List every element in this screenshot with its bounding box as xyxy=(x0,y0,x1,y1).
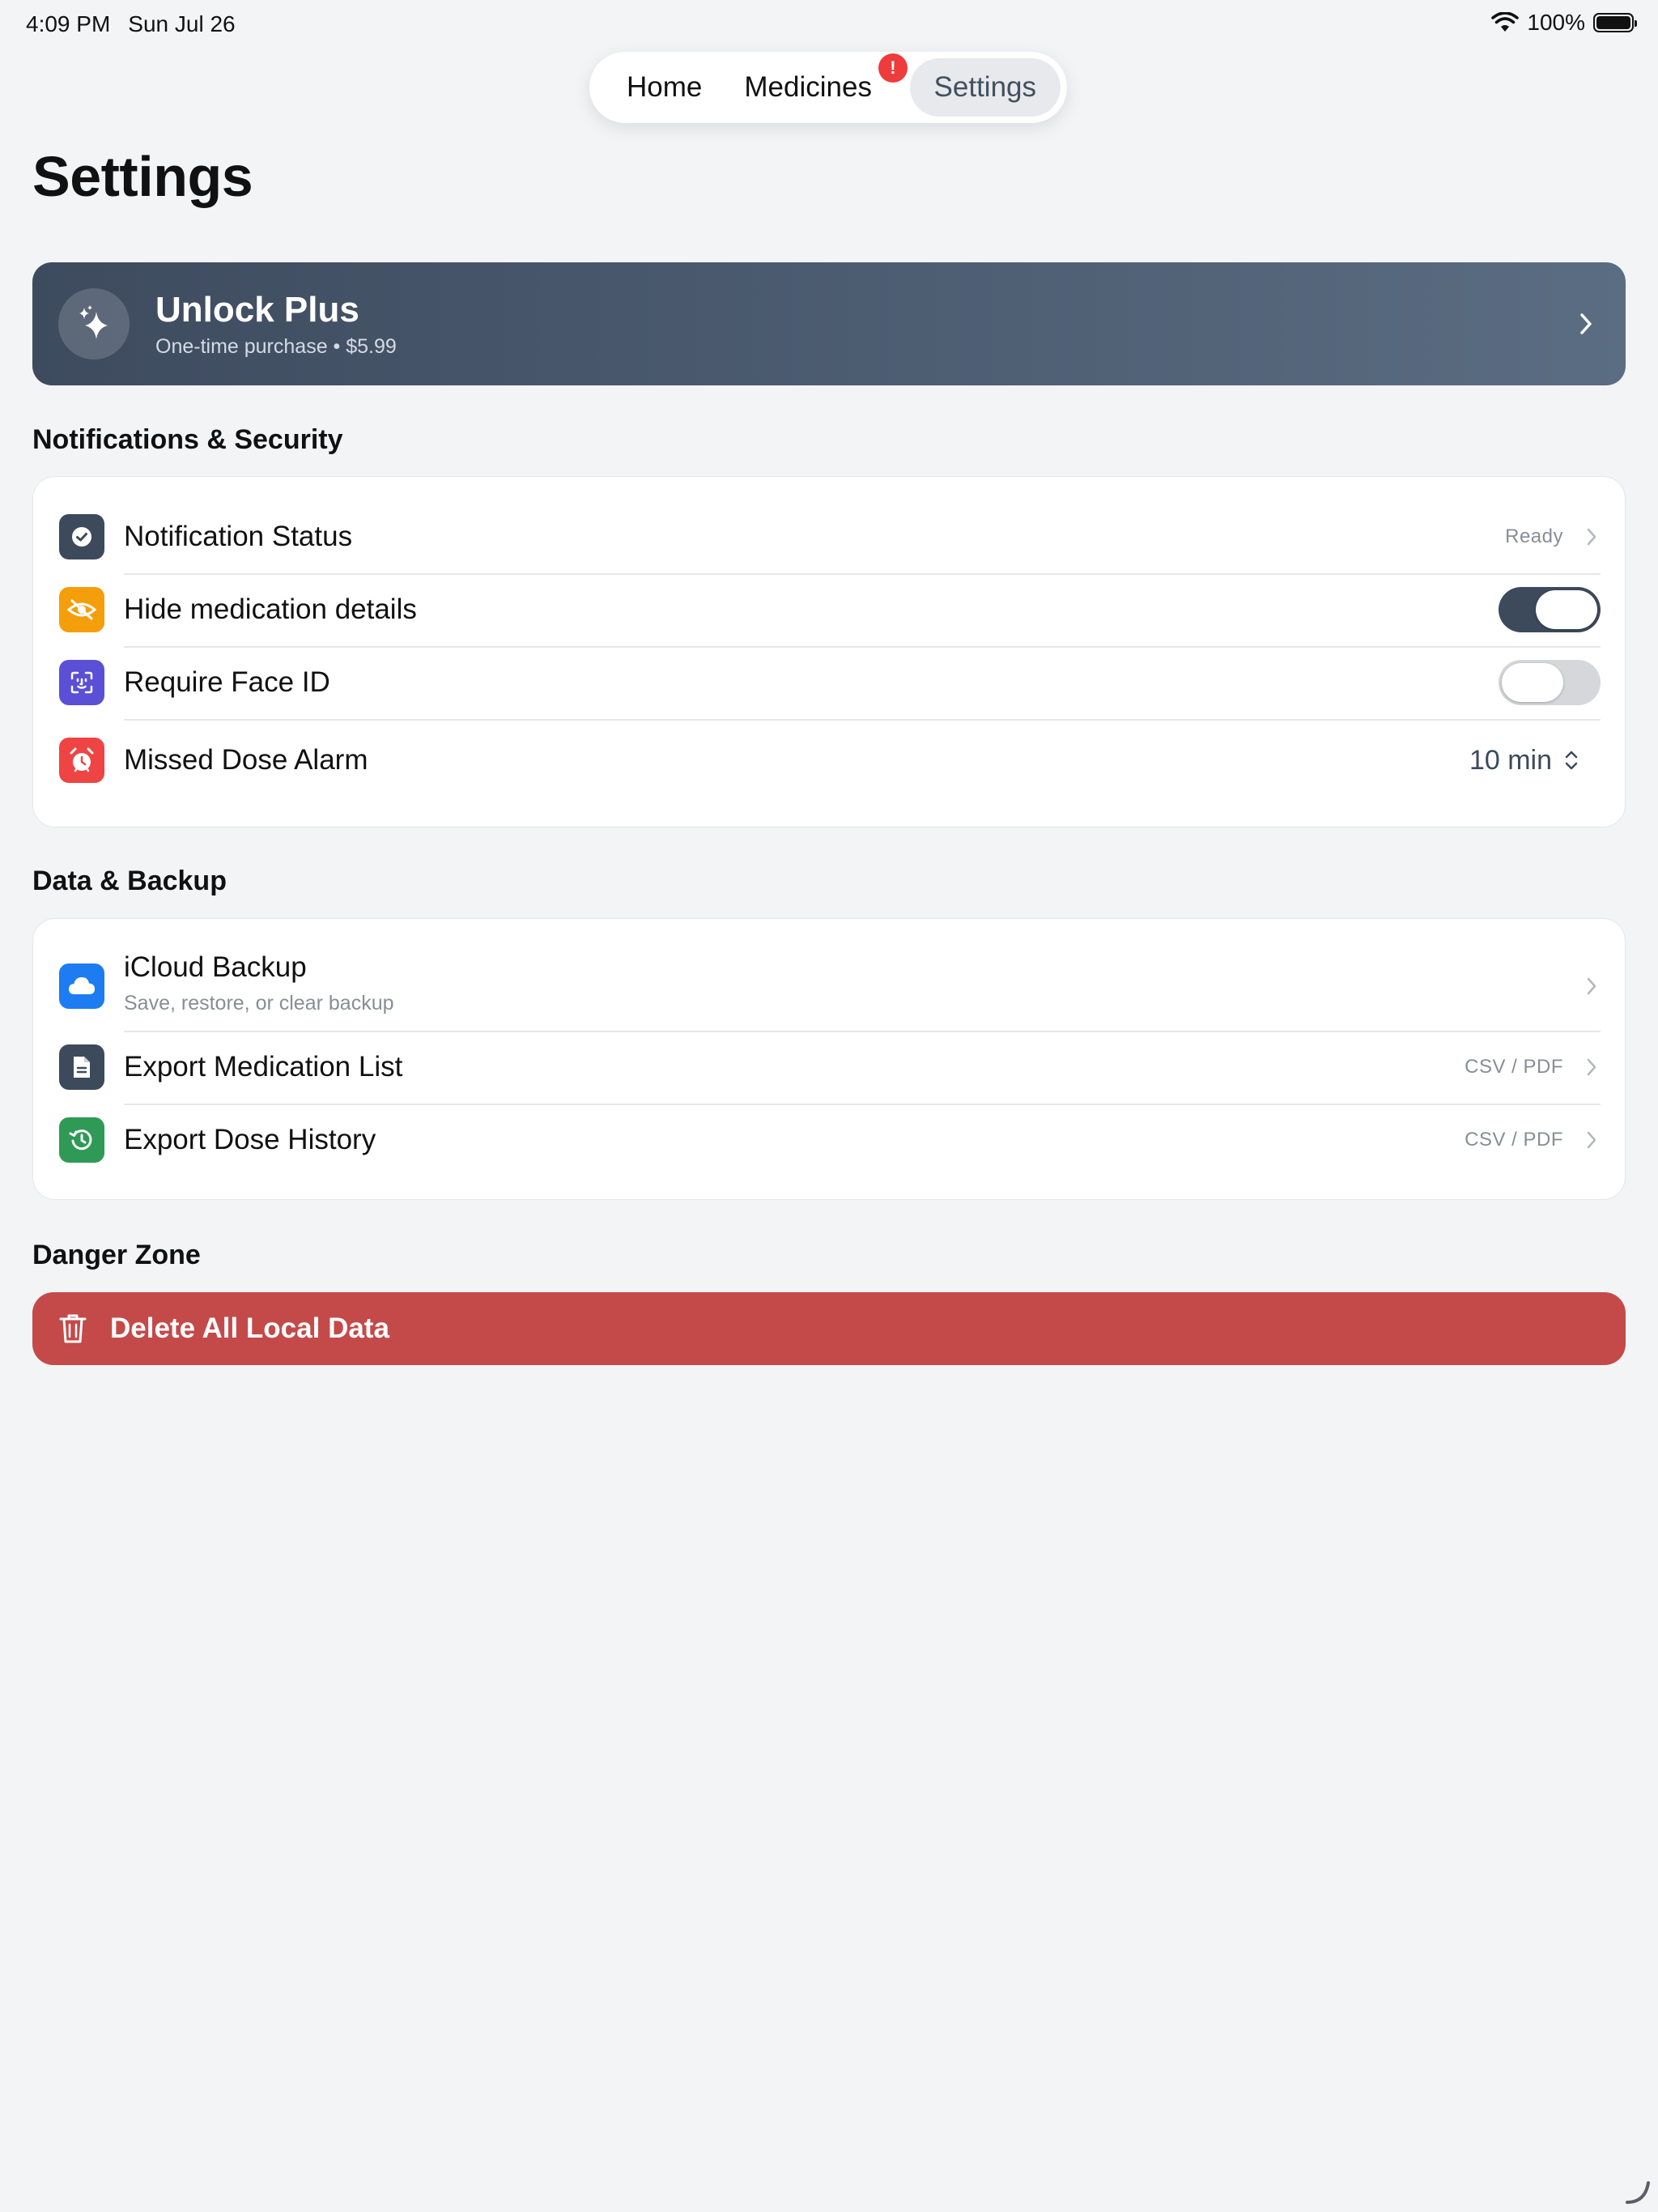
section-title-danger-zone: Danger Zone xyxy=(32,1240,201,1270)
status-time: 4:09 PM xyxy=(26,11,111,36)
notification-status-value: Ready xyxy=(1505,525,1563,547)
chevron-right-icon xyxy=(1587,977,1596,995)
unlock-plus-banner[interactable]: Unlock Plus One-time purchase • $5.99 xyxy=(32,262,1626,385)
export-medication-list-row[interactable]: Export Medication List CSV / PDF xyxy=(33,1032,1625,1103)
status-date: Sun Jul 26 xyxy=(128,11,236,36)
tab-settings[interactable]: Settings xyxy=(909,58,1061,117)
face-id-row: Require Face ID xyxy=(33,647,1625,718)
face-id-icon xyxy=(59,660,104,705)
export-dose-history-row[interactable]: Export Dose History CSV / PDF xyxy=(33,1104,1625,1176)
battery-percent: 100% xyxy=(1527,10,1585,35)
eye-slash-icon xyxy=(59,587,104,632)
chevron-right-icon xyxy=(1587,528,1596,546)
missed-dose-alarm-row: Missed Dose Alarm 10 min xyxy=(33,720,1625,801)
chevron-right-icon xyxy=(1587,1058,1596,1076)
hide-details-label: Hide medication details xyxy=(124,593,417,625)
tab-bar: Home Medicines ! Settings xyxy=(589,52,1067,123)
document-icon xyxy=(59,1044,104,1090)
settings-page: 4:09 PM Sun Jul 26 100% Home Medicines ! … xyxy=(0,0,1658,2212)
chevron-right-icon xyxy=(1587,1131,1596,1149)
battery-icon xyxy=(1593,13,1637,32)
status-bar-left: 4:09 PM Sun Jul 26 xyxy=(26,11,236,37)
data-backup-card: iCloud Backup Save, restore, or clear ba… xyxy=(32,918,1626,1200)
history-icon xyxy=(59,1117,104,1163)
section-title-data-backup: Data & Backup xyxy=(32,866,227,896)
unlock-plus-title: Unlock Plus xyxy=(155,289,359,330)
hide-details-row: Hide medication details xyxy=(33,574,1625,645)
delete-all-data-button[interactable]: Delete All Local Data xyxy=(32,1292,1626,1365)
icloud-backup-label: iCloud Backup xyxy=(124,951,307,983)
face-id-toggle[interactable] xyxy=(1499,660,1601,705)
status-bar-right: 100% xyxy=(1491,10,1637,36)
trash-icon xyxy=(59,1314,87,1343)
hide-details-toggle[interactable] xyxy=(1499,587,1601,632)
delete-all-data-label: Delete All Local Data xyxy=(110,1312,389,1344)
export-medication-list-label: Export Medication List xyxy=(124,1051,403,1083)
chevron-up-down-icon[interactable] xyxy=(1563,748,1579,772)
export-dose-history-label: Export Dose History xyxy=(124,1124,376,1155)
notification-status-row[interactable]: Notification Status Ready xyxy=(33,501,1625,572)
notification-status-label: Notification Status xyxy=(124,521,353,552)
alarm-icon xyxy=(59,738,104,783)
resize-handle-icon xyxy=(1626,2181,1650,2204)
tab-medicines[interactable]: Medicines ! xyxy=(723,53,908,117)
unlock-plus-subtitle: One-time purchase • $5.99 xyxy=(155,334,397,358)
icloud-backup-row[interactable]: iCloud Backup Save, restore, or clear ba… xyxy=(33,943,1625,1029)
tab-medicines-label: Medicines xyxy=(744,71,872,103)
check-circle-icon xyxy=(59,514,104,559)
section-title-notifications: Notifications & Security xyxy=(32,424,343,455)
export-medication-list-value: CSV / PDF xyxy=(1465,1056,1563,1078)
chevron-right-icon xyxy=(1580,313,1592,334)
wifi-icon xyxy=(1491,12,1520,32)
missed-dose-alarm-label: Missed Dose Alarm xyxy=(124,744,368,776)
notifications-card: Notification Status Ready Hide medicatio… xyxy=(32,476,1626,827)
missed-dose-alarm-value[interactable]: 10 min xyxy=(1469,745,1552,776)
sparkles-icon xyxy=(58,288,130,359)
alert-badge: ! xyxy=(878,53,908,83)
tab-home[interactable]: Home xyxy=(606,58,723,117)
icloud-backup-sublabel: Save, restore, or clear backup xyxy=(124,992,394,1015)
export-dose-history-value: CSV / PDF xyxy=(1465,1129,1563,1151)
face-id-label: Require Face ID xyxy=(124,666,330,698)
page-title: Settings xyxy=(32,145,253,208)
cloud-icon xyxy=(59,963,104,1009)
